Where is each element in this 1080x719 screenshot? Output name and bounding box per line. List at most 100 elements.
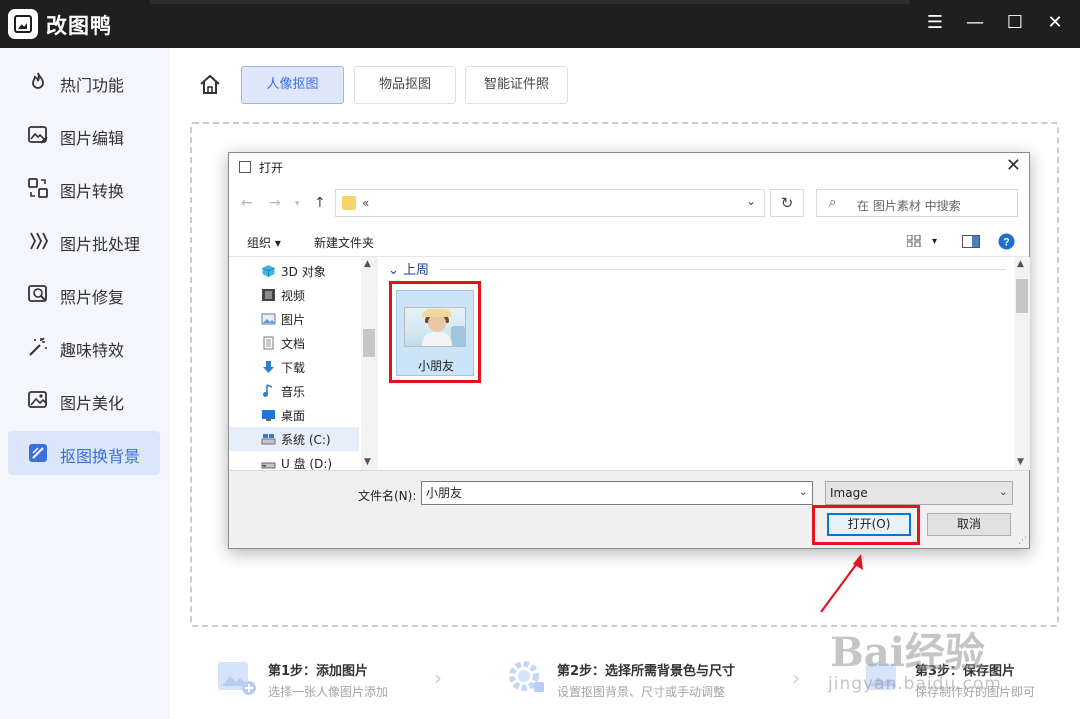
tree-item-3d-objects[interactable]: 3D 对象 (259, 259, 377, 283)
scroll-down-icon[interactable]: ▼ (1017, 457, 1024, 467)
titlebar-strip (150, 0, 910, 4)
beautify-icon (28, 391, 47, 408)
highlight-open-button (812, 505, 920, 545)
highlight-file-selection (389, 281, 481, 383)
desktop-icon (262, 410, 275, 421)
chevron-down-icon[interactable]: ⌄ (746, 194, 756, 208)
tree-item-label: 视频 (281, 289, 306, 303)
step-2-subtitle: 设置抠图背景、尺寸或手动调整 (557, 685, 726, 699)
address-bar[interactable]: « ⌄ (335, 189, 765, 217)
filename-input[interactable]: 小朋友 (421, 481, 813, 505)
tree-item-label: 文档 (281, 337, 306, 351)
tree-item-label: 图片 (281, 313, 306, 327)
scroll-up-icon[interactable]: ▲ (1017, 259, 1024, 269)
sidebar-item-label: 抠图换背景 (60, 447, 141, 466)
filetype-dropdown-icon[interactable]: ⌄ (999, 487, 1007, 498)
step-2-title: 第2步：选择所需背景色与尺寸 (557, 664, 736, 679)
resize-grip-icon[interactable]: ⋰ (1018, 536, 1027, 546)
scroll-thumb[interactable] (1016, 279, 1028, 313)
close-icon[interactable]: ✕ (1040, 8, 1070, 38)
sidebar-item-label: 图片转换 (60, 182, 125, 201)
forward-arrow-icon[interactable]: → (269, 195, 281, 211)
scroll-down-icon[interactable]: ▼ (364, 457, 371, 467)
tab-id-photo[interactable]: 智能证件照 (465, 66, 568, 104)
tree-item-desktop[interactable]: 桌面 (259, 403, 377, 427)
address-row: ← → ▾ ↑ « ⌄ ↻ ⌕ 在 图片素材 中搜索 (229, 181, 1029, 227)
view-options-icon[interactable] (907, 235, 921, 247)
scroll-thumb[interactable] (363, 329, 375, 357)
recent-dropdown-icon[interactable]: ▾ (295, 199, 300, 209)
tab-object-cutout[interactable]: 物品抠图 (354, 66, 456, 104)
tab-portrait-cutout[interactable]: 人像抠图 (241, 66, 344, 104)
settings-gear-icon (509, 661, 544, 692)
tree-item-documents[interactable]: 文档 (259, 331, 377, 355)
image-edit-icon (28, 126, 48, 144)
tree-item-downloads[interactable]: 下载 (259, 355, 377, 379)
tree-item-videos[interactable]: 视频 (259, 283, 377, 307)
tree-item-label: 3D 对象 (281, 265, 326, 279)
preview-pane-icon[interactable] (962, 235, 980, 248)
menu-icon[interactable]: ☰ (920, 8, 950, 38)
watermark-url: jingyan.baidu.com (828, 674, 1002, 694)
sidebar-item-convert[interactable]: 图片转换 (8, 166, 160, 210)
dialog-close-icon[interactable]: ✕ (1006, 155, 1021, 176)
sidebar-item-hot[interactable]: 热门功能 (8, 60, 160, 104)
music-icon (263, 384, 273, 397)
group-header-last-week[interactable]: ⌄ 上周 (388, 259, 429, 278)
view-dropdown-icon[interactable]: ▾ (932, 236, 937, 247)
batch-icon (30, 232, 49, 250)
tree-scrollbar[interactable]: ▲ ▼ (361, 257, 377, 470)
sidebar-item-label: 图片美化 (60, 394, 125, 413)
home-icon[interactable] (198, 73, 222, 97)
tree-item-label: 系统 (C:) (281, 433, 331, 447)
tree-item-pictures[interactable]: 图片 (259, 307, 377, 331)
cutout-icon (29, 444, 47, 462)
maximize-icon[interactable]: ☐ (1000, 8, 1030, 38)
sidebar-item-batch[interactable]: 图片批处理 (8, 219, 160, 263)
chevron-right-icon: › (792, 666, 800, 690)
sidebar-item-label: 照片修复 (60, 288, 125, 307)
sidebar-item-cutout[interactable]: 抠图换背景 (8, 431, 160, 475)
sidebar-item-label: 趣味特效 (60, 341, 125, 360)
video-icon (262, 289, 275, 301)
organize-menu[interactable]: 组织 ▾ (247, 234, 281, 251)
watermark-logo-text: Bai经验 (830, 629, 985, 676)
dialog-app-icon (239, 161, 251, 173)
help-icon[interactable]: ? (998, 233, 1015, 250)
cube-3d-icon (262, 265, 275, 277)
sidebar-item-label: 热门功能 (60, 76, 125, 95)
up-arrow-icon[interactable]: ↑ (314, 195, 326, 211)
app-titlebar: 改图鸭 ☰ — ☐ ✕ (0, 0, 1080, 48)
svg-text:?: ? (1003, 237, 1010, 249)
scroll-up-icon[interactable]: ▲ (364, 259, 371, 269)
baidu-watermark: Bai经验 jingyan.baidu.com (828, 620, 1068, 700)
filename-dropdown-icon[interactable]: ⌄ (799, 487, 807, 498)
refresh-button[interactable]: ↻ (770, 189, 804, 217)
tree-item-music[interactable]: 音乐 (259, 379, 377, 403)
minimize-icon[interactable]: — (960, 8, 990, 38)
drive-icon (261, 434, 276, 445)
cancel-button[interactable]: 取消 (927, 513, 1011, 536)
step-1-title: 第1步：添加图片 (268, 664, 369, 679)
search-input[interactable]: ⌕ 在 图片素材 中搜索 (816, 189, 1018, 217)
sidebar-item-effects[interactable]: 趣味特效 (8, 325, 160, 369)
sidebar-item-image-edit[interactable]: 图片编辑 (8, 113, 160, 157)
new-folder-button[interactable]: 新建文件夹 (314, 234, 374, 251)
chevron-right-icon: › (434, 666, 442, 690)
search-icon: ⌕ (829, 195, 837, 210)
step-1-subtitle: 选择一张人像图片添加 (268, 685, 389, 699)
annotation-arrow-icon (820, 554, 863, 613)
navigation-tree: 3D 对象 视频 图片 文档 下载 音乐 桌面 系统 (C:) U 盘 (D:) (229, 257, 377, 471)
group-header-label: 上周 (403, 263, 430, 278)
sidebar-item-photo-repair[interactable]: 照片修复 (8, 272, 160, 316)
sidebar: 热门功能 图片编辑 图片转换 图片批处理 照片修复 趣味特效 图片美化 抠图换背… (0, 48, 170, 719)
back-arrow-icon[interactable]: ← (241, 195, 253, 211)
convert-icon (28, 178, 48, 198)
tree-item-system-drive[interactable]: 系统 (C:) (229, 427, 359, 451)
dialog-toolbar: 组织 ▾ 新建文件夹 ▾ ? (229, 227, 1029, 257)
file-list-scrollbar[interactable]: ▲ ▼ (1014, 257, 1030, 470)
document-icon (263, 336, 274, 350)
dialog-title: 打开 (259, 161, 284, 175)
filetype-select[interactable]: Image (825, 481, 1013, 505)
sidebar-item-beautify[interactable]: 图片美化 (8, 378, 160, 422)
